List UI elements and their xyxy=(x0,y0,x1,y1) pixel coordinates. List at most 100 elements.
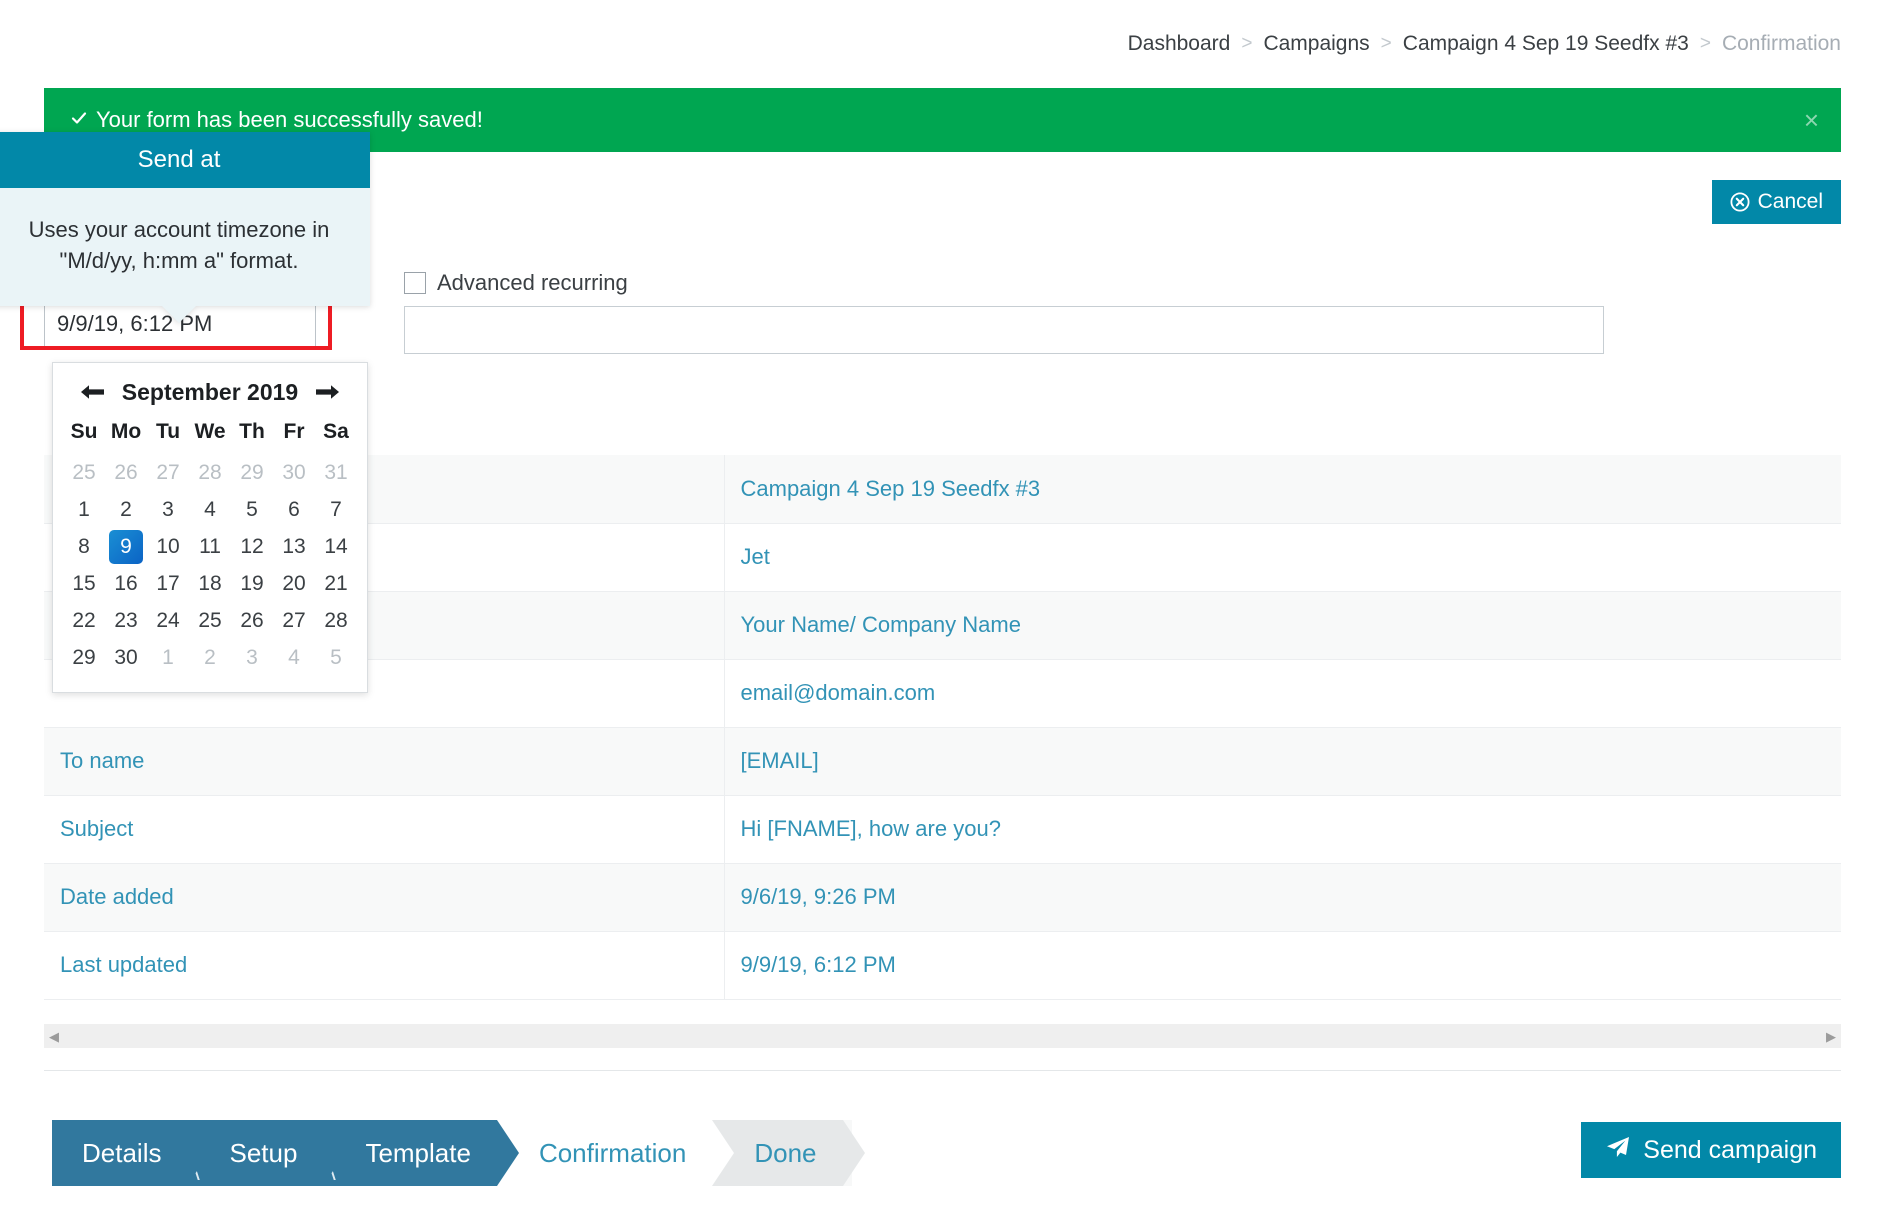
datepicker-day[interactable]: 3 xyxy=(235,641,269,675)
datepicker-day[interactable]: 1 xyxy=(151,641,185,675)
wizard-step-confirmation[interactable]: Confirmation xyxy=(496,1120,735,1186)
advanced-recurring-input[interactable] xyxy=(404,306,1604,354)
datepicker-day[interactable]: 4 xyxy=(277,641,311,675)
breadcrumb-item-3[interactable]: Campaign 4 Sep 19 Seedfx #3 xyxy=(1403,32,1689,56)
datepicker-day[interactable]: 16 xyxy=(109,567,143,601)
datepicker-day[interactable]: 2 xyxy=(109,493,143,527)
datepicker-day[interactable]: 4 xyxy=(193,493,227,527)
advanced-recurring-checkbox-row[interactable]: Advanced recurring xyxy=(404,268,1604,298)
datepicker-day[interactable]: 25 xyxy=(67,456,101,490)
datepicker-day[interactable]: 27 xyxy=(151,456,185,490)
datepicker-day[interactable]: 7 xyxy=(319,493,353,527)
datepicker-day-cell: 12 xyxy=(231,528,273,565)
datepicker-day[interactable]: 30 xyxy=(109,641,143,675)
datepicker-day-selected[interactable]: 9 xyxy=(109,529,143,564)
send-campaign-label: Send campaign xyxy=(1643,1135,1817,1164)
datepicker-day[interactable]: 3 xyxy=(151,493,185,527)
breadcrumb-item-2[interactable]: Campaigns xyxy=(1263,32,1369,56)
breadcrumb-bar: Dashboard > Campaigns > Campaign 4 Sep 19 Se… xyxy=(0,0,1885,88)
datepicker-week: 8 9 10 11 12 13 14 xyxy=(63,528,357,565)
breadcrumb-item-1[interactable]: Dashboard xyxy=(1128,32,1231,56)
datepicker-week: 15 16 17 18 19 20 21 xyxy=(63,565,357,602)
send-at-tooltip: Send at Uses your account timezone in "M… xyxy=(0,132,370,324)
table-cell-value: [EMAIL] xyxy=(740,748,819,773)
wizard-step-template[interactable]: Template xyxy=(323,1120,519,1186)
datepicker-day[interactable]: 10 xyxy=(151,530,185,564)
wizard-step-arrow-icon xyxy=(496,1120,519,1186)
datepicker-day[interactable]: 11 xyxy=(193,530,227,564)
datepicker-day[interactable]: 29 xyxy=(67,641,101,675)
datepicker-day-cell: 14 xyxy=(315,528,357,565)
arrow-right-icon[interactable] xyxy=(311,380,343,406)
datepicker-day[interactable]: 22 xyxy=(67,604,101,638)
datepicker-day-cell: 1 xyxy=(63,491,105,528)
cancel-button[interactable]: Cancel xyxy=(1711,180,1841,224)
datepicker-popup[interactable]: September 2019 Su Mo Tu We Th Fr Sa 25 26 27 28 29… xyxy=(52,362,368,693)
datepicker-day[interactable]: 5 xyxy=(319,641,353,675)
datepicker-day[interactable]: 26 xyxy=(109,456,143,490)
datepicker-day-cell: 30 xyxy=(273,454,315,491)
datepicker-day-cell: 25 xyxy=(63,454,105,491)
datepicker-day-cell: 22 xyxy=(63,602,105,639)
datepicker-day-cell: 9 xyxy=(105,528,147,565)
datepicker-day-cell: 31 xyxy=(315,454,357,491)
datepicker-day-cell: 29 xyxy=(63,639,105,676)
datepicker-day[interactable]: 15 xyxy=(67,567,101,601)
datepicker-day[interactable]: 18 xyxy=(193,567,227,601)
horizontal-scrollbar[interactable]: ◀ ▶ xyxy=(44,1024,1841,1048)
wizard-step-arrow-icon xyxy=(187,1120,210,1186)
datepicker-day[interactable]: 17 xyxy=(151,567,185,601)
advanced-recurring-checkbox[interactable] xyxy=(404,272,426,294)
wizard-step-arrow-icon xyxy=(323,1120,346,1186)
arrow-left-icon[interactable] xyxy=(77,380,109,406)
wizard-step-details[interactable]: Details xyxy=(52,1120,210,1186)
datepicker-day[interactable]: 29 xyxy=(235,456,269,490)
datepicker-day-cell: 26 xyxy=(105,454,147,491)
datepicker-day[interactable]: 6 xyxy=(277,493,311,527)
datepicker-day-cell: 29 xyxy=(231,454,273,491)
datepicker-grid: Su Mo Tu We Th Fr Sa 25 26 27 28 29 30 31 1 2 3 4 5 6 7 8 9 10… xyxy=(63,416,357,676)
datepicker-header: September 2019 xyxy=(63,373,357,416)
datepicker-day[interactable]: 26 xyxy=(235,604,269,638)
datepicker-day[interactable]: 8 xyxy=(67,530,101,564)
datepicker-day[interactable]: 13 xyxy=(277,530,311,564)
table-row: Subject Hi [FNAME], how are you? xyxy=(44,795,1841,863)
datepicker-day[interactable]: 27 xyxy=(277,604,311,638)
table-row: To name [EMAIL] xyxy=(44,727,1841,795)
tooltip-arrow-icon xyxy=(161,305,197,324)
datepicker-day[interactable]: 28 xyxy=(193,456,227,490)
datepicker-day[interactable]: 23 xyxy=(109,604,143,638)
datepicker-day[interactable]: 20 xyxy=(277,567,311,601)
datepicker-month-title: September 2019 xyxy=(121,379,299,405)
datepicker-day-cell: 21 xyxy=(315,565,357,602)
datepicker-day[interactable]: 28 xyxy=(319,604,353,638)
datepicker-weekday: Fr xyxy=(283,420,305,443)
wizard-step-arrow-icon xyxy=(842,1120,865,1186)
datepicker-day[interactable]: 24 xyxy=(151,604,185,638)
datepicker-day[interactable]: 14 xyxy=(319,530,353,564)
datepicker-day[interactable]: 31 xyxy=(319,456,353,490)
close-icon[interactable]: × xyxy=(1804,107,1819,133)
datepicker-day[interactable]: 30 xyxy=(277,456,311,490)
tooltip-body: Uses your account timezone in "M/d/yy, h… xyxy=(0,188,370,324)
datepicker-week: 22 23 24 25 26 27 28 xyxy=(63,602,357,639)
wizard-step-arrow-icon xyxy=(712,1120,735,1186)
datepicker-day[interactable]: 19 xyxy=(235,567,269,601)
datepicker-day[interactable]: 1 xyxy=(67,493,101,527)
table-cell-key: Date added xyxy=(44,863,725,931)
cancel-button-label: Cancel xyxy=(1757,190,1823,213)
datepicker-day-cell: 28 xyxy=(315,602,357,639)
datepicker-weekday: Su xyxy=(70,420,98,443)
footer-divider xyxy=(44,1070,1841,1071)
datepicker-day-cell: 5 xyxy=(315,639,357,676)
datepicker-day[interactable]: 2 xyxy=(193,641,227,675)
send-campaign-button[interactable]: Send campaign xyxy=(1581,1122,1841,1178)
scroll-left-arrow-icon[interactable]: ◀ xyxy=(49,1030,59,1043)
breadcrumb-separator: > xyxy=(1699,33,1711,54)
datepicker-day[interactable]: 5 xyxy=(235,493,269,527)
datepicker-day[interactable]: 12 xyxy=(235,530,269,564)
datepicker-day[interactable]: 21 xyxy=(319,567,353,601)
datepicker-day[interactable]: 25 xyxy=(193,604,227,638)
scroll-right-arrow-icon[interactable]: ▶ xyxy=(1826,1030,1836,1043)
datepicker-day-cell: 3 xyxy=(231,639,273,676)
